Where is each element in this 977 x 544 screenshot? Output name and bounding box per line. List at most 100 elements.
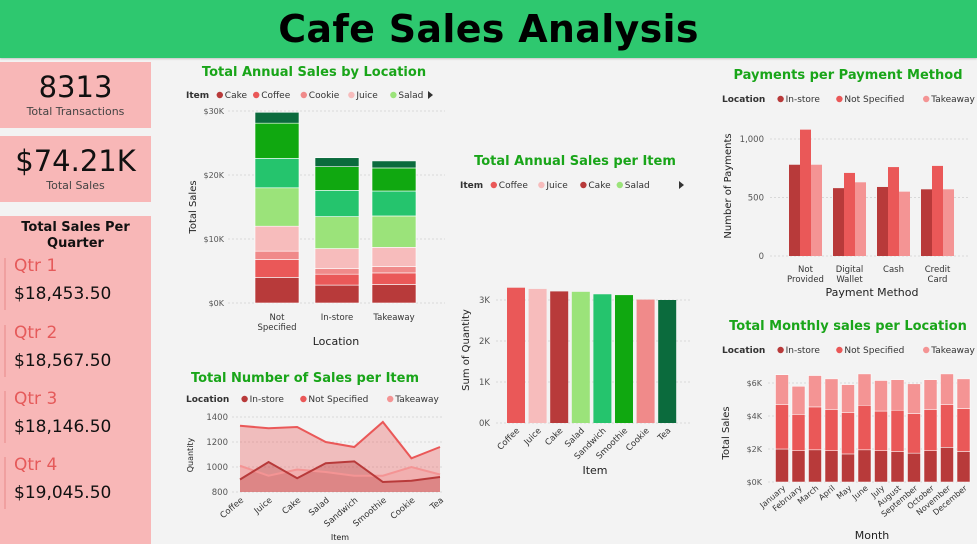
month-segment <box>940 373 954 405</box>
month-segment <box>775 404 789 450</box>
payment-bar <box>877 186 888 256</box>
legend-swatch <box>923 95 930 103</box>
stack-segment <box>371 190 417 217</box>
chart-title: Total Monthly sales per Location <box>729 319 967 334</box>
quarter-accent <box>4 457 6 509</box>
legend-label: Salad <box>625 181 650 191</box>
legend-swatch <box>923 346 930 354</box>
month-segment <box>775 374 789 405</box>
stack-segment <box>254 187 300 227</box>
stack-segment <box>371 284 417 304</box>
payment-bar <box>855 182 866 256</box>
month-segment <box>874 450 888 483</box>
chart-title: Payments per Payment Method <box>733 68 962 83</box>
legend-label: Cookie <box>309 91 340 101</box>
y-axis-label: Number of Payments <box>723 133 734 238</box>
month-segment <box>857 373 872 406</box>
y-tick-label: $4K <box>747 412 763 421</box>
y-tick-label: $6K <box>747 379 763 388</box>
month-segment <box>940 447 954 483</box>
sales-card: $74.21K Total Sales <box>0 136 151 202</box>
legend-label: Juice <box>355 91 378 101</box>
legend-label: Cake <box>588 181 611 191</box>
payment-bar <box>921 189 932 256</box>
legend-label: Not Specified <box>308 395 368 405</box>
item-bar <box>571 291 590 423</box>
legend-label: Takeaway <box>930 346 975 356</box>
legend-label: Takeaway <box>930 95 975 105</box>
y-axis-label: Total Sales <box>188 180 199 234</box>
quarter-name: Qtr 4 <box>14 455 58 475</box>
quarter-value: $18,146.50 <box>14 417 112 437</box>
stack-segment <box>254 250 300 260</box>
chart-title: Total Number of Sales per Item <box>191 371 419 386</box>
x-tick-label: Cookie <box>624 426 651 453</box>
legend-swatch <box>836 346 843 354</box>
stack-segment <box>254 225 300 252</box>
payment-bar <box>833 188 844 256</box>
x-tick-label: Not <box>270 313 286 323</box>
legend-swatch <box>300 91 307 99</box>
month-segment <box>824 409 839 451</box>
stack-segment <box>314 273 360 286</box>
y-tick-label: 1200 <box>206 438 228 448</box>
month-segment <box>890 379 905 411</box>
sales-by-location-chart[interactable]: Total Annual Sales by Location Item Cake Co… <box>160 60 450 360</box>
stack-segment <box>254 277 300 304</box>
quarter-value: $19,045.50 <box>14 483 112 503</box>
stack-segment <box>371 247 417 267</box>
month-segment <box>791 386 806 415</box>
payments-chart[interactable]: Payments per Payment Method Location In-st… <box>712 62 977 302</box>
quarter-accent <box>4 391 6 443</box>
month-segment <box>956 408 971 452</box>
legend-label: In-store <box>786 346 821 356</box>
sales-count-per-item-chart[interactable]: Total Number of Sales per Item Location In… <box>160 365 450 544</box>
y-axis-label: Quantity <box>186 437 195 472</box>
x-tick-label: Juice <box>252 496 275 517</box>
month-segment <box>791 450 806 483</box>
legend-label: Salad <box>398 91 423 101</box>
payment-bar <box>789 164 800 256</box>
monthly-sales-chart[interactable]: Total Monthly sales per Location Location… <box>712 315 977 544</box>
item-bar <box>507 287 525 423</box>
y-axis-label: Total Sales <box>721 406 732 460</box>
stack-segment <box>314 248 360 269</box>
y-tick-label: $30K <box>203 107 224 116</box>
month-segment <box>775 448 789 483</box>
legend-swatch <box>253 91 260 99</box>
legend-label: Not Specified <box>844 346 904 356</box>
legend-swatch <box>300 395 307 403</box>
x-tick-label: Provided <box>787 275 824 285</box>
legend-title: Item <box>460 181 483 191</box>
x-tick-label: Takeaway <box>372 313 414 323</box>
month-segment <box>907 383 921 414</box>
y-tick-label: 1K <box>479 378 490 388</box>
x-tick-label: Card <box>928 275 948 285</box>
quarter-name: Qtr 2 <box>14 323 58 343</box>
x-tick-label: Tea <box>428 496 446 513</box>
chart-title: Total Annual Sales per Item <box>474 154 676 169</box>
transactions-value: 8313 <box>38 70 113 104</box>
month-segment <box>857 405 872 451</box>
item-bar <box>528 288 547 423</box>
x-axis-label: Month <box>855 529 890 542</box>
month-segment <box>874 380 888 412</box>
x-tick-label: June <box>850 484 870 503</box>
x-tick-label: April <box>817 484 837 503</box>
legend-swatch <box>836 95 843 103</box>
payment-bar <box>811 164 822 256</box>
legend-next-icon <box>679 181 684 189</box>
stack-segment <box>371 160 417 169</box>
payment-bar <box>899 191 910 256</box>
legend-label: Takeaway <box>394 395 439 405</box>
y-tick-label: 0K <box>479 419 490 429</box>
sales-per-item-chart[interactable]: Total Annual Sales per ItemItem Coffee Jui… <box>452 150 702 480</box>
quarter-title: Total Sales Per Quarter <box>21 220 130 251</box>
stack-segment <box>314 216 360 249</box>
kpi-sidebar: 8313 Total Transactions $74.21K Total Sa… <box>0 62 151 544</box>
legend-swatch <box>241 395 248 403</box>
quarter-accent <box>4 258 6 310</box>
month-segment <box>791 414 806 451</box>
stack-segment <box>314 157 360 167</box>
stack-segment <box>371 167 417 192</box>
